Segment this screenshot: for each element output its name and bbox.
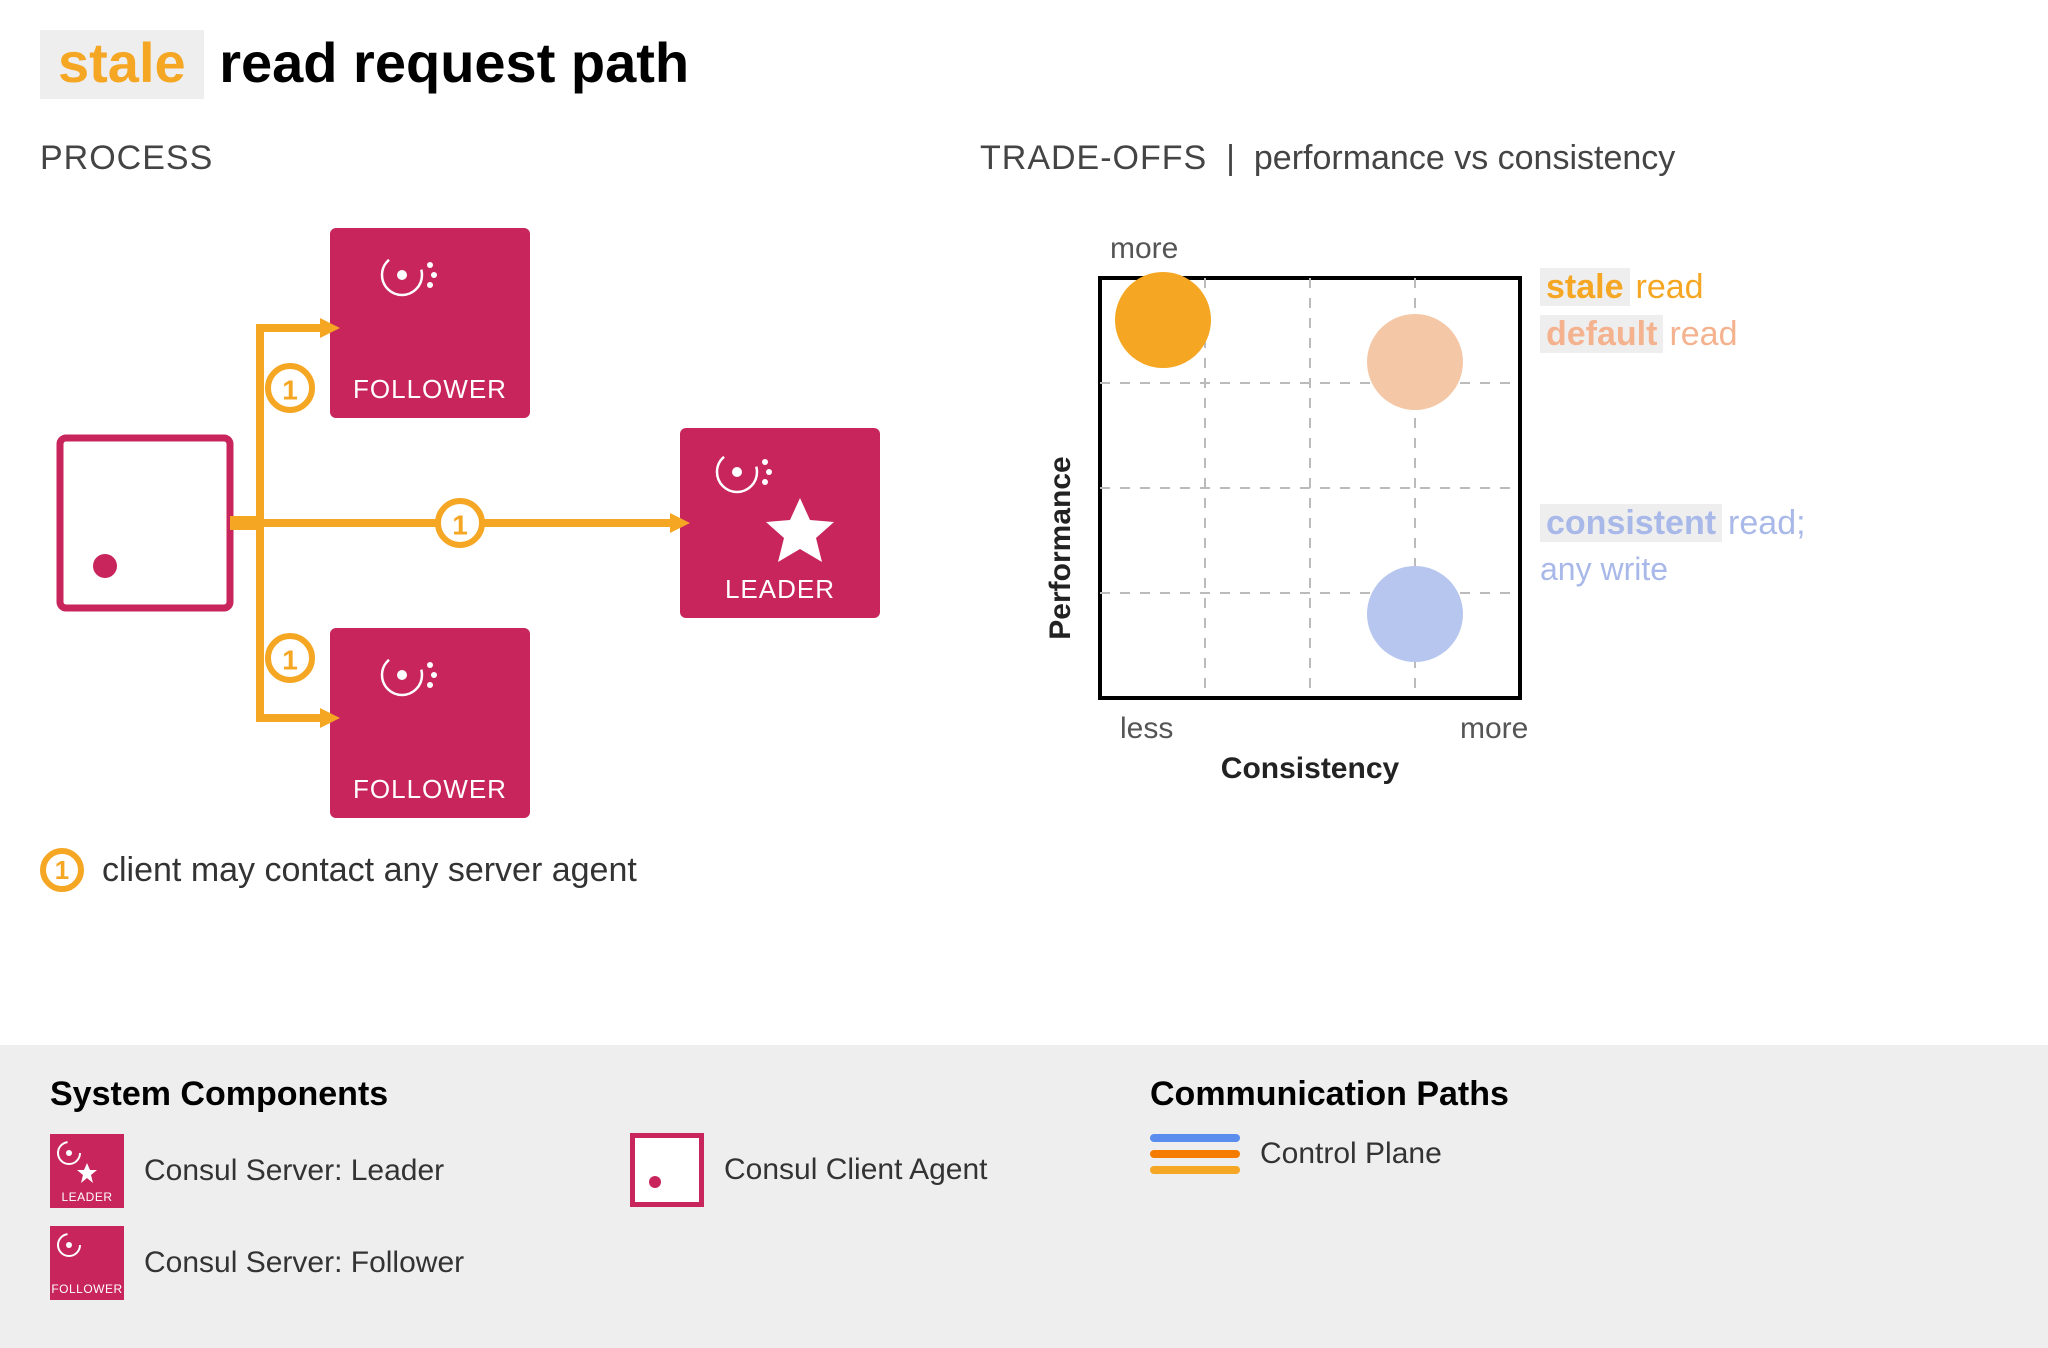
point-default: [1367, 314, 1463, 410]
legend-stale: staleread: [1540, 268, 1806, 307]
control-plane-icon: [1150, 1134, 1240, 1174]
tradeoff-legend: staleread defaultread consistentread; an…: [1540, 268, 1806, 588]
legend-consistent: consistentread; any write: [1540, 504, 1806, 588]
legend-client: Consul Client Agent: [630, 1133, 1090, 1207]
follower-bottom-node: FOLLOWER: [330, 628, 530, 818]
legend-leader: LEADER Consul Server: Leader: [50, 1134, 570, 1208]
y-tick-more: more: [1110, 232, 1178, 265]
follower-top-node: FOLLOWER: [330, 228, 530, 418]
leader-icon: LEADER: [50, 1134, 124, 1208]
tradeoff-label: TRADE-OFFS | performance vs consistency: [980, 139, 2008, 178]
legend-follower: FOLLOWER Consul Server: Follower: [50, 1226, 570, 1300]
process-label: PROCESS: [40, 139, 940, 178]
step-badge-icon: 1: [40, 848, 84, 892]
x-tick-less: less: [1120, 712, 1173, 745]
legend-default: defaultread: [1540, 315, 1806, 354]
page-title: stale read request path: [40, 30, 2008, 99]
step-badge-top: 1: [268, 366, 312, 410]
leader-label: LEADER: [725, 574, 835, 604]
leader-node: LEADER: [680, 428, 880, 618]
process-diagram: FOLLOWER FOLLOWER: [40, 198, 940, 818]
title-highlight: stale: [40, 30, 204, 99]
step-legend-text: client may contact any server agent: [102, 851, 637, 890]
communication-paths-heading: Communication Paths: [1150, 1075, 1998, 1114]
point-stale: [1115, 272, 1211, 368]
svg-text:1: 1: [452, 510, 468, 541]
system-components-heading: System Components: [50, 1075, 570, 1114]
title-rest: read request path: [204, 31, 689, 94]
process-step-legend: 1 client may contact any server agent: [40, 848, 940, 892]
follower-icon: FOLLOWER: [50, 1226, 124, 1300]
arrow-to-follower-top: [260, 328, 320, 523]
client-agent-box: [60, 438, 230, 608]
step-badge-mid: 1: [438, 501, 482, 545]
tradeoff-chart: more: [980, 198, 1980, 838]
tradeoff-panel: TRADE-OFFS | performance vs consistency …: [980, 139, 2008, 892]
step-badge-bottom: 1: [268, 636, 312, 680]
y-axis-label: Performance: [1044, 456, 1077, 639]
point-consistent: [1367, 566, 1463, 662]
follower-bottom-label: FOLLOWER: [353, 774, 507, 804]
svg-text:1: 1: [282, 645, 298, 676]
follower-top-label: FOLLOWER: [353, 374, 507, 404]
x-tick-more: more: [1460, 712, 1528, 745]
svg-text:1: 1: [282, 375, 298, 406]
client-agent-icon: [630, 1133, 704, 1207]
arrow-to-follower-bottom: [260, 523, 320, 718]
client-agent-dot-icon: [93, 554, 117, 578]
legend-control-plane: Control Plane: [1150, 1134, 1998, 1174]
process-panel: PROCESS FOLLOWER: [40, 139, 940, 892]
x-axis-label: Consistency: [1221, 752, 1400, 785]
footer-legend: System Components LEADER Consul Server: …: [0, 1045, 2048, 1348]
